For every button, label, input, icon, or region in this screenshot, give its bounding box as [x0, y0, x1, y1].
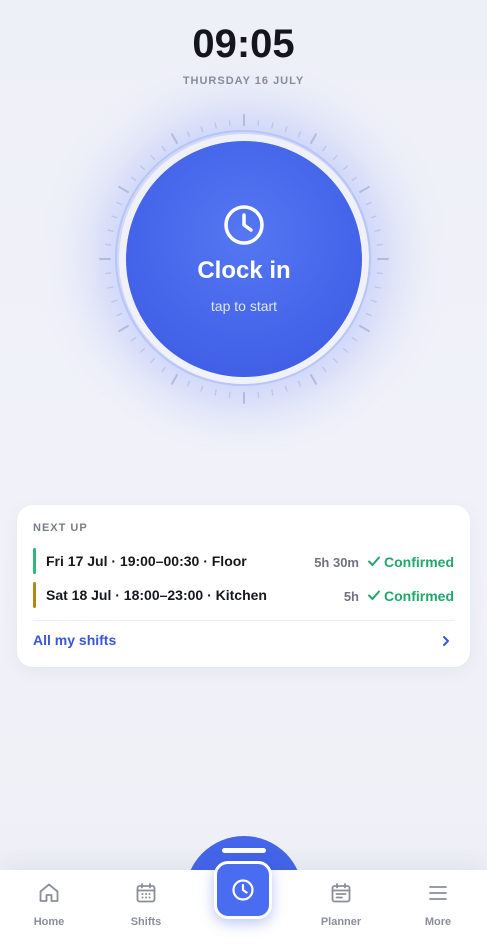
clock-dial: Clock in tap to start — [99, 114, 389, 404]
next-up-title: NEXT UP — [33, 522, 88, 534]
clock-fab-button[interactable] — [214, 861, 272, 919]
clock-in-button[interactable]: Clock in tap to start — [126, 141, 362, 377]
dial-tick — [374, 286, 381, 289]
planner-icon — [331, 883, 351, 903]
tab-planner[interactable]: Planner — [301, 878, 381, 938]
shift-color-bar — [33, 582, 36, 608]
next-up-card: NEXT UP Fri 17 Jul · 19:00–00:30 · Floor… — [17, 505, 470, 667]
dial-tick — [351, 176, 358, 181]
dial-tick — [200, 126, 204, 133]
dial-tick — [332, 357, 338, 363]
dial-tick — [310, 133, 317, 144]
dial-tick — [297, 131, 302, 138]
dial-tick — [365, 201, 372, 206]
dial-tick — [271, 122, 274, 129]
dial-tick — [370, 299, 377, 303]
dial-tick — [257, 120, 260, 127]
dial-tick — [171, 374, 178, 385]
dial-tick — [351, 337, 358, 342]
dial-tick — [116, 312, 123, 317]
dial-tick — [214, 389, 217, 396]
dial-tick — [186, 380, 191, 387]
dial-tick — [271, 389, 274, 396]
clock-in-label: Clock in — [197, 257, 291, 284]
dial-tick — [257, 391, 260, 398]
divider — [33, 620, 454, 621]
dial-tick — [322, 145, 327, 152]
clock-in-sublabel: tap to start — [210, 298, 278, 314]
shift-status: Confirmed — [384, 588, 454, 604]
shift-row[interactable]: Sat 18 Jul · 18:00–23:00 · Kitchen 5h Co… — [33, 582, 454, 610]
check-icon — [368, 556, 380, 566]
dial-tick — [116, 201, 123, 206]
dial-tick — [105, 272, 112, 275]
dial-tick — [140, 165, 146, 171]
shift-row[interactable]: Fri 17 Jul · 19:00–00:30 · Floor 5h 30m … — [33, 548, 454, 576]
dial-tick — [161, 366, 166, 373]
shift-duration: 5h 30m — [314, 555, 359, 570]
dial-tick — [228, 120, 231, 127]
dial-tick — [376, 272, 383, 275]
dial-tick — [107, 286, 114, 289]
dial-tick — [130, 337, 137, 342]
chevron-right-icon[interactable] — [440, 635, 452, 647]
dial-tick — [111, 299, 118, 303]
shift-description: Fri 17 Jul · 19:00–00:30 · Floor — [46, 553, 247, 569]
dial-tick — [171, 133, 178, 144]
dial-tick — [111, 215, 118, 219]
tab-more[interactable]: More — [398, 878, 478, 938]
dial-tick — [332, 155, 338, 161]
dial-tick — [228, 391, 231, 398]
dial-tick — [150, 155, 156, 161]
clock-icon — [224, 205, 264, 245]
dial-tick — [297, 380, 302, 387]
dial-tick — [118, 186, 129, 193]
dial-tick — [118, 325, 129, 332]
dial-tick — [342, 347, 348, 353]
shift-description: Sat 18 Jul · 18:00–23:00 · Kitchen — [46, 587, 267, 603]
dial-tick — [310, 374, 317, 385]
dial-tick — [342, 165, 348, 171]
dial-tick — [150, 357, 156, 363]
time-display: 09:05 — [192, 22, 295, 66]
tab-label: Shifts — [130, 916, 162, 928]
tab-home[interactable]: Home — [9, 878, 89, 938]
tab-label: Home — [33, 916, 65, 928]
dial-tick — [370, 215, 377, 219]
dial-tick — [161, 145, 166, 152]
clock-icon — [232, 879, 254, 901]
menu-icon — [429, 886, 447, 900]
tab-label: Planner — [320, 916, 362, 928]
calendar-icon — [136, 883, 156, 903]
check-icon — [368, 590, 380, 600]
dial-tick — [130, 176, 137, 181]
dial-tick — [284, 126, 288, 133]
shift-color-bar — [33, 548, 36, 574]
shift-duration: 5h — [343, 589, 359, 604]
dial-tick — [140, 347, 146, 353]
dial-tick — [214, 122, 217, 129]
dial-tick — [186, 131, 191, 138]
dial-tick — [200, 385, 204, 392]
fab-handle — [222, 848, 266, 853]
home-icon — [39, 883, 59, 902]
dial-tick — [365, 312, 372, 317]
dial-tick — [284, 385, 288, 392]
dial-tick — [107, 229, 114, 232]
dial-tick — [359, 325, 370, 332]
dial-tick — [376, 243, 383, 246]
tab-label: More — [424, 916, 452, 928]
dial-tick — [359, 186, 370, 193]
all-my-shifts-link[interactable]: All my shifts — [33, 632, 116, 648]
dial-tick — [374, 229, 381, 232]
tab-shifts[interactable]: Shifts — [106, 878, 186, 938]
date-display: THURSDAY 16 JULY — [182, 75, 305, 87]
dial-tick — [105, 243, 112, 246]
shift-status: Confirmed — [384, 554, 454, 570]
dial-tick — [322, 366, 327, 373]
